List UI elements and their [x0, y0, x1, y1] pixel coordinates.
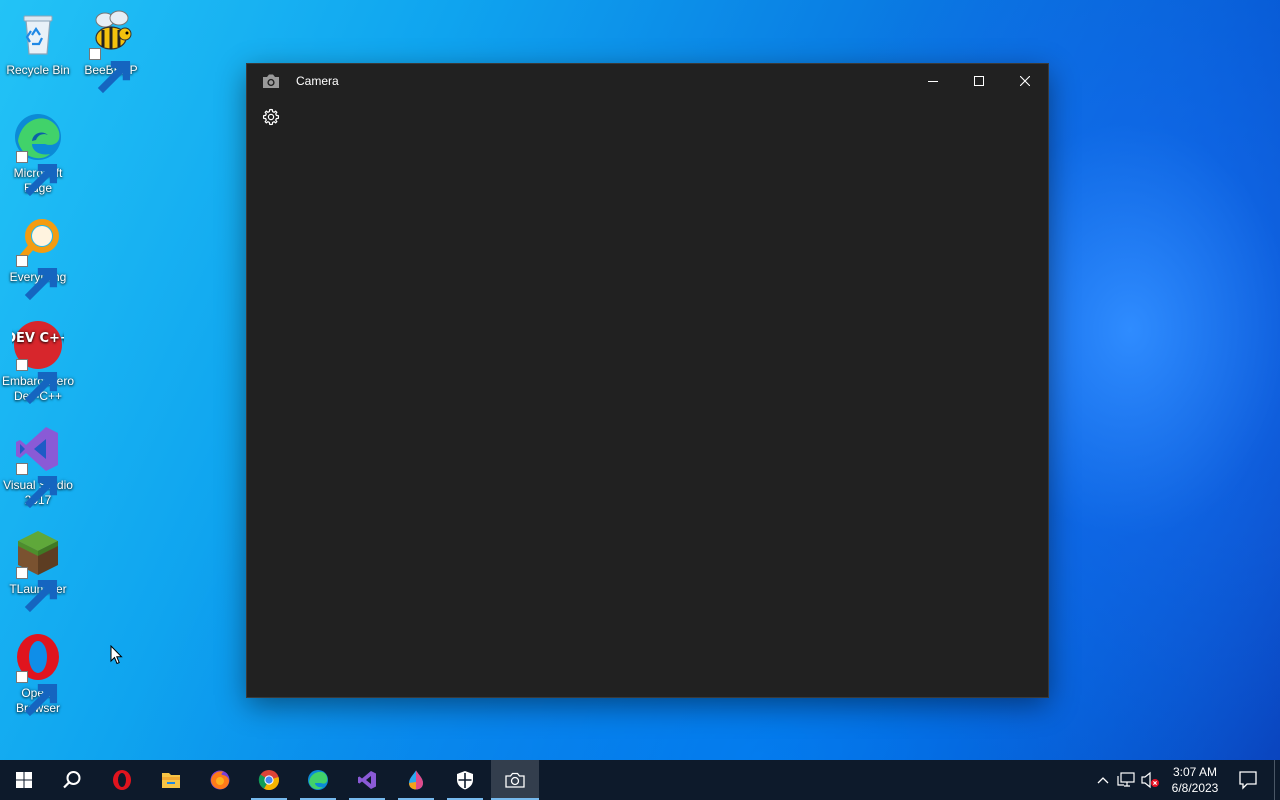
firefox-icon [210, 770, 230, 790]
taskbar-windows-security[interactable] [441, 760, 489, 800]
close-button[interactable] [1002, 64, 1048, 98]
camera-icon [262, 73, 280, 89]
recycle-bin-icon [12, 8, 64, 60]
desktop-icon-visual-studio-2017[interactable]: Visual Studio 2017 [0, 423, 76, 509]
shortcut-arrow-icon [89, 48, 131, 94]
desktop-icon-opera-browser[interactable]: Opera Browser [0, 631, 76, 717]
chevron-up-icon [1097, 777, 1109, 784]
title-bar[interactable]: Camera [247, 64, 1048, 98]
folder-icon [162, 773, 180, 788]
volume-control[interactable] [1140, 760, 1162, 800]
camera-window: Camera [247, 64, 1048, 697]
shortcut-arrow-icon [16, 567, 58, 613]
visual-studio-icon [12, 423, 64, 509]
shortcut-arrow-icon [16, 359, 58, 405]
magnifier-icon [12, 215, 64, 301]
shield-icon [457, 771, 473, 790]
maximize-icon [974, 76, 984, 86]
close-icon [1020, 76, 1030, 86]
desktop-icon-label: Recycle Bin [6, 63, 70, 77]
minimize-icon [928, 81, 938, 82]
taskbar-paint-drop[interactable] [392, 760, 440, 800]
desktop-icon-dev-cpp[interactable]: DEV C++ Embarcadero Dev-C++ [0, 319, 76, 405]
desktop-icon-beebeep[interactable]: BeeBEEP [73, 8, 149, 94]
speaker-muted-icon [1141, 771, 1159, 789]
taskbar-opera[interactable] [98, 760, 146, 800]
opera-icon [113, 770, 131, 790]
camera-icon [505, 772, 525, 788]
start-button[interactable] [0, 760, 48, 800]
taskbar-file-explorer[interactable] [147, 760, 195, 800]
desktop-icon-everything[interactable]: Everything [0, 215, 76, 301]
shortcut-arrow-icon [16, 463, 58, 509]
shortcut-arrow-icon [16, 255, 58, 301]
minimize-button[interactable] [910, 64, 956, 98]
network-icon [1117, 772, 1135, 787]
taskbar-visual-studio[interactable] [343, 760, 391, 800]
desktop: Recycle Bin BeeBEEP Microsoft Edge Every… [0, 0, 1280, 760]
mouse-cursor-icon [110, 644, 124, 665]
desktop-icon-tlauncher[interactable]: TLauncher [0, 527, 76, 613]
taskbar-clock[interactable]: 3:07 AM 6/8/2023 [1160, 764, 1230, 796]
network-status[interactable] [1116, 760, 1138, 800]
taskbar-chrome[interactable] [245, 760, 293, 800]
desktop-icon-microsoft-edge[interactable]: Microsoft Edge [0, 111, 76, 197]
shortcut-arrow-icon [16, 671, 58, 717]
chrome-icon [258, 770, 279, 791]
taskbar-camera[interactable] [491, 760, 539, 800]
edge-icon [308, 770, 328, 790]
search-icon [63, 771, 81, 789]
paint-drop-icon [409, 770, 423, 790]
devcpp-icon: DEV C++ [12, 319, 64, 405]
gear-icon [262, 108, 280, 126]
search-button[interactable] [48, 760, 96, 800]
taskbar-firefox[interactable] [196, 760, 244, 800]
grass-block-icon [12, 527, 64, 613]
show-desktop-button[interactable] [1274, 760, 1280, 800]
maximize-button[interactable] [956, 64, 1002, 98]
clock-date: 6/8/2023 [1171, 781, 1219, 795]
action-center-button[interactable] [1230, 760, 1266, 800]
desktop-icon-recycle-bin[interactable]: Recycle Bin [0, 8, 76, 78]
visual-studio-icon [358, 771, 376, 789]
windows-logo-icon [16, 772, 32, 788]
devcpp-logo-text: DEV C++ [12, 331, 64, 346]
bee-icon [85, 8, 137, 94]
window-title: Camera [296, 74, 339, 88]
shortcut-arrow-icon [16, 151, 58, 197]
settings-button[interactable] [261, 107, 281, 127]
show-hidden-icons-button[interactable] [1094, 760, 1112, 800]
taskbar: 3:07 AM 6/8/2023 [0, 760, 1280, 800]
notification-icon [1239, 771, 1257, 790]
clock-time: 3:07 AM [1172, 765, 1218, 779]
opera-icon [12, 631, 64, 717]
edge-icon [12, 111, 64, 197]
taskbar-edge[interactable] [294, 760, 342, 800]
